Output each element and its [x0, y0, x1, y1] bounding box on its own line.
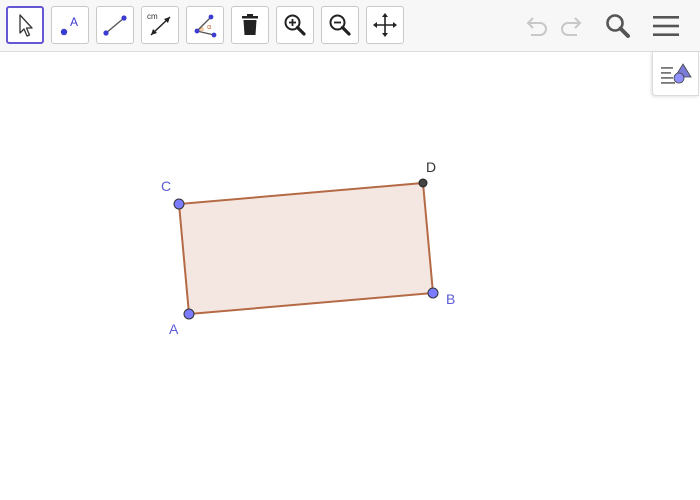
search-button[interactable] [601, 9, 635, 43]
zoom-out-tool-button[interactable] [321, 6, 359, 44]
point-D[interactable] [418, 178, 428, 188]
fixed-length-unit-text: cm [147, 12, 158, 21]
segment-icon [103, 15, 127, 36]
delete-trash-icon [242, 14, 258, 35]
point-icon: A [60, 15, 78, 36]
point-tool-letter: A [70, 15, 78, 29]
search-icon [606, 14, 630, 38]
undo-icon [526, 17, 547, 36]
point-B[interactable] [427, 287, 439, 299]
graphics-view[interactable]: A B C D [0, 53, 700, 500]
point-C[interactable] [173, 198, 185, 210]
polygon-ABDC[interactable] [177, 181, 435, 316]
move-graphics-view-tool-button[interactable] [366, 6, 404, 44]
angle-tool-button[interactable]: α [186, 6, 224, 44]
label-A: A [169, 321, 179, 337]
segment-tool-button[interactable] [96, 6, 134, 44]
segment-fixed-length-tool-button[interactable]: cm [141, 6, 179, 44]
zoom-out-icon [329, 14, 351, 36]
point-A[interactable] [183, 308, 195, 320]
delete-tool-button[interactable] [231, 6, 269, 44]
label-D: D [426, 159, 436, 175]
move-arrow-icon [19, 14, 33, 37]
angle-icon: α [194, 14, 217, 38]
hamburger-menu-icon [653, 16, 679, 36]
zoom-in-tool-button[interactable] [276, 6, 314, 44]
move-graphics-view-icon [373, 13, 397, 37]
main-menu-button[interactable] [649, 9, 683, 43]
move-tool-button[interactable] [6, 6, 44, 44]
redo-button[interactable] [556, 9, 590, 43]
segment-fixed-length-icon: cm [147, 12, 171, 36]
redo-icon [561, 17, 582, 36]
label-B: B [446, 291, 455, 307]
undo-button[interactable] [518, 9, 552, 43]
point-tool-button[interactable]: A [51, 6, 89, 44]
graphics-canvas: A B C D [161, 159, 455, 337]
toolbar: A cm α [0, 0, 700, 52]
zoom-in-icon [284, 14, 306, 36]
label-C: C [161, 178, 171, 194]
angle-symbol-text: α [207, 23, 212, 31]
